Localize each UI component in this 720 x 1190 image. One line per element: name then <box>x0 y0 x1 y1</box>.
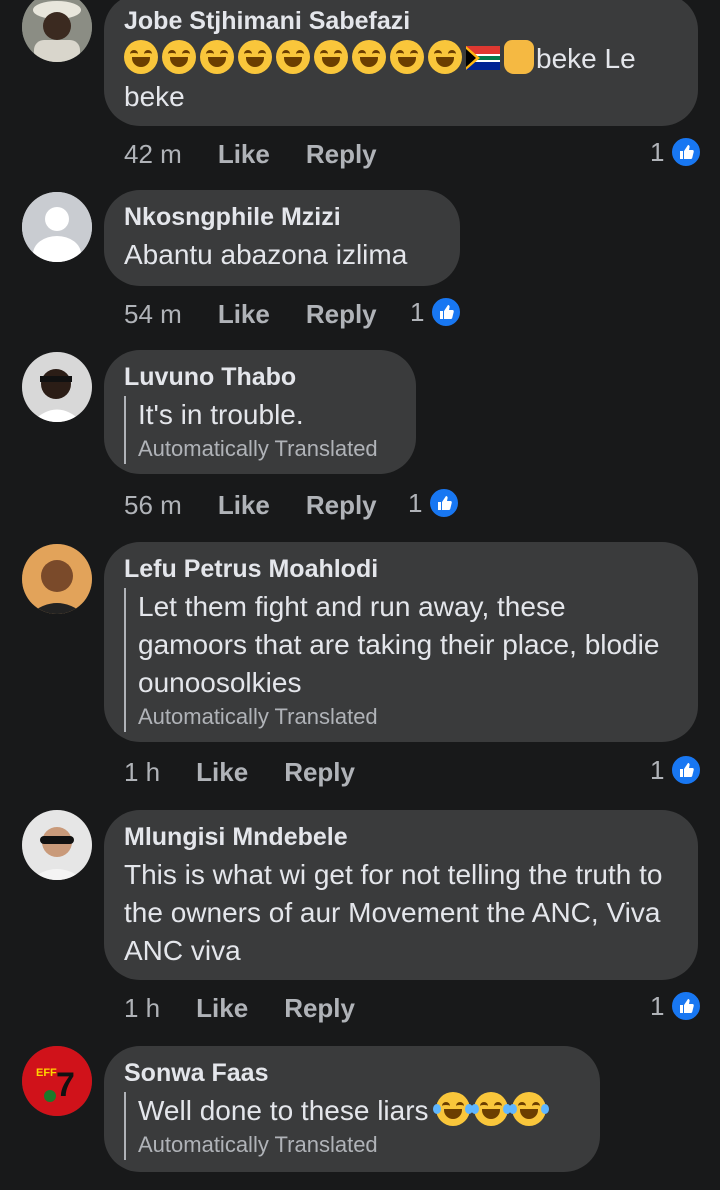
like-button[interactable]: Like <box>218 490 270 521</box>
like-button[interactable]: Like <box>196 993 248 1024</box>
thumbs-up-icon <box>670 136 703 168</box>
comment-actions: 1 h Like Reply <box>124 752 391 792</box>
reaction-summary[interactable]: 1 <box>650 990 703 1022</box>
reaction-summary[interactable]: 1 <box>650 136 703 168</box>
rofl-emoji <box>276 40 310 74</box>
comment-actions: 54 m Like Reply <box>124 294 413 334</box>
translation-label[interactable]: Automatically Translated <box>138 434 396 464</box>
rofl-emoji <box>352 40 386 74</box>
comment-bubble: Jobe Stjhimani Sabefazi beke Le beke <box>104 0 698 126</box>
comment-bubble: Nkosngphile Mzizi Abantu abazona izlima <box>104 190 460 286</box>
reaction-count: 1 <box>410 296 425 327</box>
avatar[interactable] <box>22 192 92 262</box>
comment-actions: 56 m Like Reply <box>124 485 413 525</box>
commenter-name[interactable]: Lefu Petrus Moahlodi <box>124 554 678 584</box>
timestamp[interactable]: 1 h <box>124 757 160 788</box>
reaction-summary[interactable]: 1 <box>408 487 461 519</box>
rofl-emoji <box>314 40 348 74</box>
rofl-emoji <box>200 40 234 74</box>
commenter-name[interactable]: Sonwa Faas <box>124 1058 580 1088</box>
avatar[interactable] <box>22 352 92 422</box>
reply-button[interactable]: Reply <box>284 757 355 788</box>
reply-button[interactable]: Reply <box>284 993 355 1024</box>
commenter-name[interactable]: Jobe Stjhimani Sabefazi <box>124 6 678 36</box>
reaction-count: 1 <box>650 990 665 1021</box>
reaction-count: 1 <box>408 487 423 518</box>
comment-actions: 42 m Like Reply <box>124 134 413 174</box>
rofl-emoji <box>390 40 424 74</box>
reply-button[interactable]: Reply <box>306 139 377 170</box>
reaction-count: 1 <box>650 754 665 785</box>
comment-text-body: Well done to these liars <box>138 1095 429 1126</box>
raised-fist-emoji <box>504 40 534 74</box>
thumbs-up-icon <box>428 487 461 519</box>
translation-label[interactable]: Automatically Translated <box>138 702 678 732</box>
svg-text:7: 7 <box>56 1066 75 1104</box>
reply-button[interactable]: Reply <box>306 299 377 330</box>
thumbs-up-icon <box>430 296 463 328</box>
rofl-emoji <box>428 40 462 74</box>
commenter-name[interactable]: Nkosngphile Mzizi <box>124 202 440 232</box>
timestamp[interactable]: 54 m <box>124 299 182 330</box>
like-button[interactable]: Like <box>218 139 270 170</box>
translation-block: Well done to these liars Automatically T… <box>124 1092 580 1160</box>
comment-text: It's in trouble. <box>138 399 304 430</box>
avatar[interactable]: EFF 7 <box>22 1046 92 1116</box>
comment-bubble: Lefu Petrus Moahlodi Let them fight and … <box>104 542 698 742</box>
svg-text:EFF: EFF <box>36 1067 57 1079</box>
comment-actions: 1 h Like Reply <box>124 988 391 1028</box>
rofl-emoji <box>162 40 196 74</box>
rofl-emoji <box>124 40 158 74</box>
comment-text: Abantu abazona izlima <box>124 239 408 270</box>
joy-emoji <box>509 1092 550 1126</box>
timestamp[interactable]: 1 h <box>124 993 160 1024</box>
commenter-name[interactable]: Luvuno Thabo <box>124 362 396 392</box>
translation-block: It's in trouble. Automatically Translate… <box>124 396 396 464</box>
timestamp[interactable]: 42 m <box>124 139 182 170</box>
joy-emoji <box>433 1092 474 1126</box>
reaction-summary[interactable]: 1 <box>410 296 463 328</box>
like-button[interactable]: Like <box>218 299 270 330</box>
comment-text: Well done to these liars <box>138 1092 580 1130</box>
commenter-name[interactable]: Mlungisi Mndebele <box>124 822 678 852</box>
reaction-summary[interactable]: 1 <box>650 754 703 786</box>
rofl-emoji <box>238 40 272 74</box>
reply-button[interactable]: Reply <box>306 490 377 521</box>
comment-bubble: Sonwa Faas Well done to these liars Auto… <box>104 1046 600 1172</box>
comment-bubble: Mlungisi Mndebele This is what wi get fo… <box>104 810 698 980</box>
avatar[interactable] <box>22 810 92 880</box>
comment-text: Let them fight and run away, these gamoo… <box>138 591 660 698</box>
comment-bubble: Luvuno Thabo It's in trouble. Automatica… <box>104 350 416 474</box>
joy-emoji <box>471 1092 512 1126</box>
avatar[interactable] <box>22 544 92 614</box>
avatar[interactable] <box>22 0 92 62</box>
south-africa-flag <box>466 46 500 70</box>
thumbs-up-icon <box>670 754 703 786</box>
comment-text: beke Le beke <box>124 40 678 116</box>
timestamp[interactable]: 56 m <box>124 490 182 521</box>
reaction-count: 1 <box>650 136 665 167</box>
translation-block: Let them fight and run away, these gamoo… <box>124 588 678 732</box>
thumbs-up-icon <box>670 990 703 1022</box>
comment-text: This is what wi get for not telling the … <box>124 859 663 966</box>
translation-label[interactable]: Automatically Translated <box>138 1130 580 1160</box>
like-button[interactable]: Like <box>196 757 248 788</box>
